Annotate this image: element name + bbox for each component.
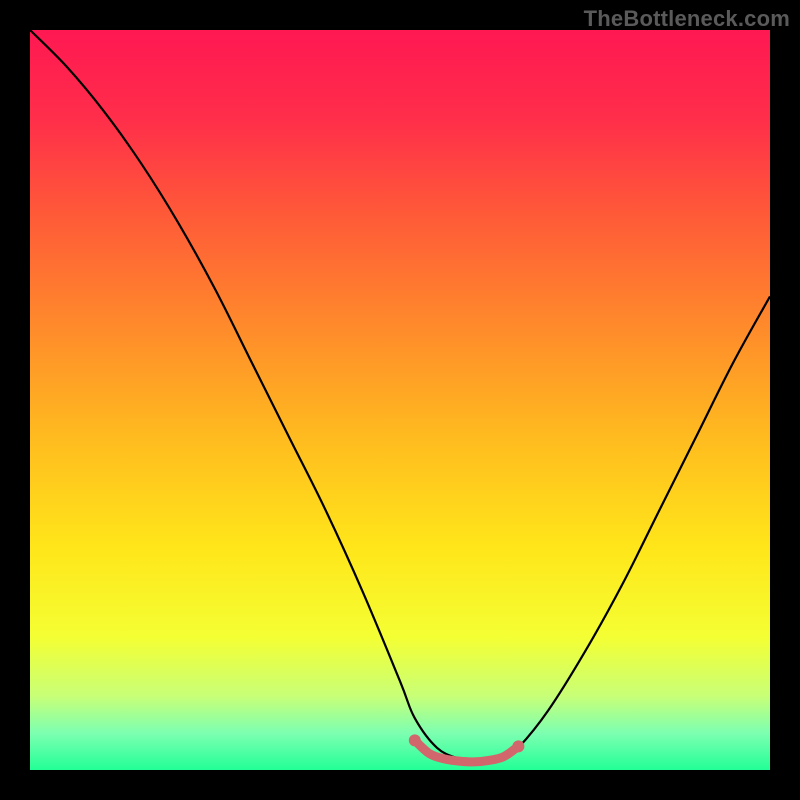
- watermark-text: TheBottleneck.com: [584, 6, 790, 32]
- chart-container: TheBottleneck.com: [0, 0, 800, 800]
- plateau-marker: [409, 734, 421, 746]
- gradient-background: [30, 30, 770, 770]
- plot-area: [30, 30, 770, 770]
- chart-svg: [30, 30, 770, 770]
- plateau-marker: [512, 740, 524, 752]
